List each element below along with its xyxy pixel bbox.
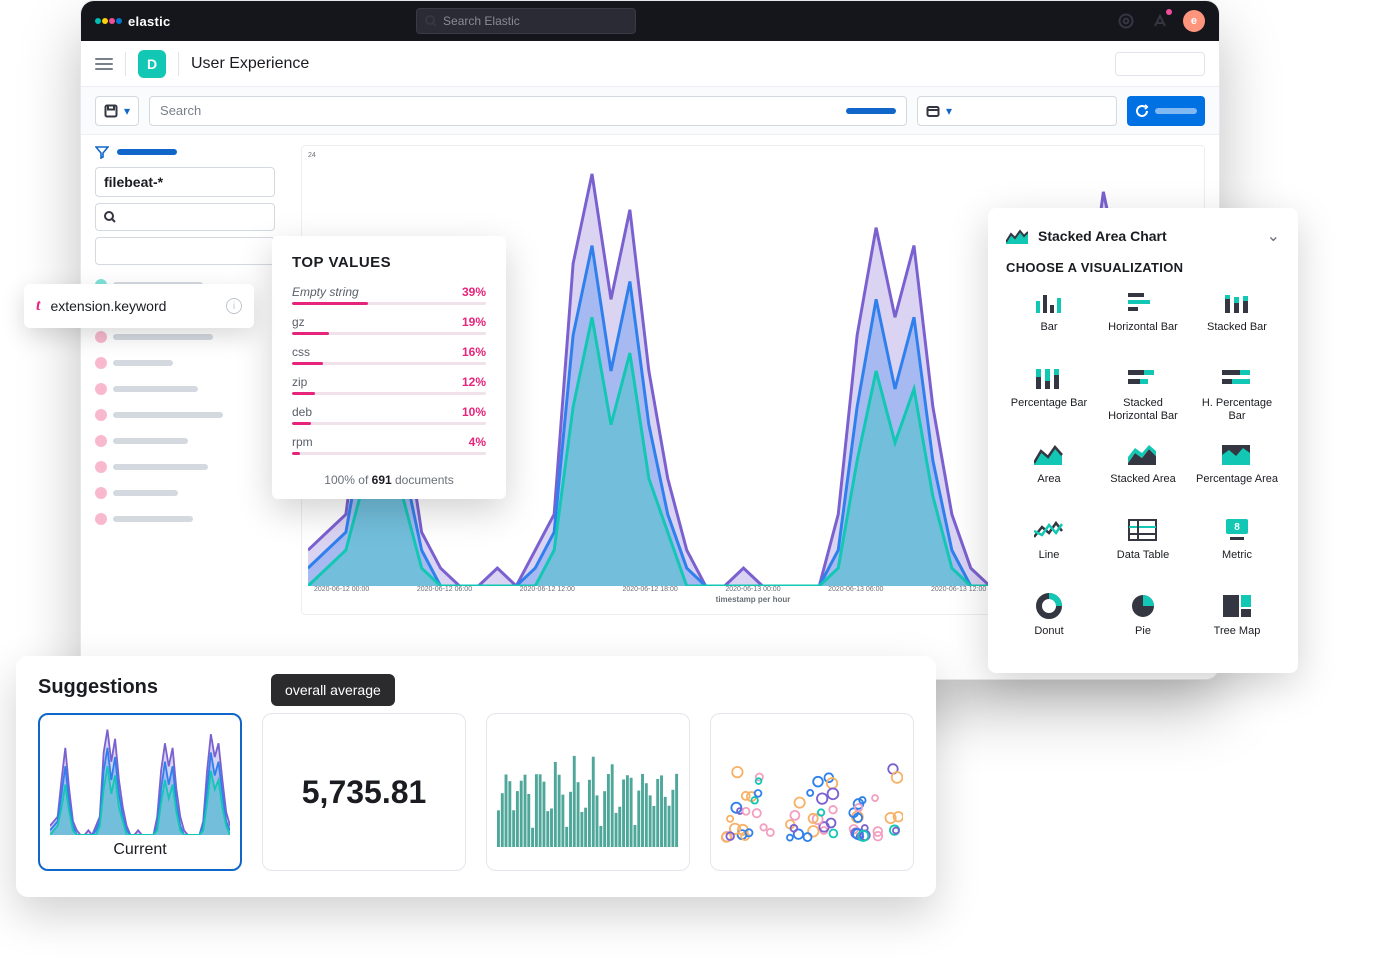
top-values-popover: TOP VALUES Empty string39% gz19% css16% zip… [272,236,506,499]
viz-option[interactable]: Percentage Bar [1006,365,1092,423]
top-value-row[interactable]: deb10% [292,405,486,425]
viz-option[interactable]: Stacked Bar [1194,289,1280,347]
field-item[interactable] [95,461,285,473]
svg-text:8: 8 [1234,522,1240,533]
global-search[interactable]: Search Elastic [416,8,636,34]
viz-option[interactable]: Data Table [1100,517,1186,575]
suggestions-heading: Suggestions [38,676,914,699]
elastic-logo[interactable]: elastic [95,14,171,29]
top-value-row[interactable]: zip12% [292,375,486,395]
field-type-icon: t [36,297,40,315]
field-item[interactable] [95,383,285,395]
viz-option[interactable]: 8Metric [1194,517,1280,575]
help-icon[interactable] [1115,10,1137,32]
user-avatar[interactable]: e [1183,10,1205,32]
stacked-area-icon [1006,228,1028,244]
chevron-down-icon: ▾ [946,104,952,118]
field-item[interactable] [95,409,285,421]
search-icon [425,15,437,27]
info-icon[interactable]: i [226,298,242,314]
brand-name: elastic [128,14,171,29]
viz-picker-heading: CHOOSE A VISUALIZATION [1006,260,1280,275]
query-toolbar: ▾ Search ▾ [81,87,1219,135]
calendar-icon [926,104,940,118]
viz-picker-header[interactable]: Stacked Area Chart ⌄ [1006,226,1280,246]
field-item[interactable] [95,513,285,525]
sidebar [95,145,285,615]
page-title: User Experience [191,55,309,73]
suggestion-current[interactable]: Current [38,713,242,871]
field-filter-box[interactable] [95,237,275,265]
menu-icon[interactable] [95,58,113,70]
chevron-down-icon: ▾ [124,104,130,118]
viz-option[interactable]: Percentage Area [1194,441,1280,499]
viz-option[interactable]: Pie [1100,593,1186,651]
field-chip[interactable]: t extension.keyword i [24,284,254,328]
query-placeholder: Search [160,103,201,118]
current-viz-label: Stacked Area Chart [1038,228,1257,244]
save-query-button[interactable]: ▾ [95,96,139,126]
refresh-icon [1135,104,1149,118]
suggestion-bar[interactable] [486,713,690,871]
visualization-picker: Stacked Area Chart ⌄ CHOOSE A VISUALIZAT… [988,208,1298,673]
app-badge[interactable]: D [138,50,166,78]
field-name: extension.keyword [50,298,166,314]
search-icon [104,211,116,223]
viz-option[interactable]: Stacked Area [1100,441,1186,499]
top-value-row[interactable]: gz19% [292,315,486,335]
field-item[interactable] [95,487,285,499]
suggestions-panel: Suggestions Current overall average 5,73… [16,656,936,897]
chevron-down-icon: ⌄ [1267,226,1280,246]
viz-option[interactable]: Tree Map [1194,593,1280,651]
news-icon[interactable] [1149,10,1171,32]
suggestion-tooltip: overall average [271,674,395,706]
field-item[interactable] [95,331,285,343]
index-pattern-input[interactable] [95,167,275,197]
suggestion-metric[interactable]: overall average 5,735.81 [262,713,466,871]
suggestion-scatter[interactable] [710,713,914,871]
viz-option[interactable]: Horizontal Bar [1100,289,1186,347]
topbar: elastic Search Elastic e [81,1,1219,41]
viz-option[interactable]: Donut [1006,593,1092,651]
suggestion-current-label: Current [113,841,166,859]
viz-option[interactable]: H. Percentage Bar [1194,365,1280,423]
refresh-button[interactable] [1127,96,1205,126]
viz-option[interactable]: Bar [1006,289,1092,347]
viz-option[interactable]: Line [1006,517,1092,575]
top-value-row[interactable]: Empty string39% [292,285,486,305]
viz-option[interactable]: Stacked Horizontal Bar [1100,365,1186,423]
app-header: D User Experience [81,41,1219,87]
save-icon [104,104,118,118]
header-action[interactable] [1115,52,1205,76]
top-value-row[interactable]: rpm4% [292,435,486,455]
suggestion-metric-value: 5,735.81 [302,774,427,811]
time-picker[interactable]: ▾ [917,96,1117,126]
viz-option[interactable]: Area [1006,441,1092,499]
field-item[interactable] [95,357,285,369]
field-item[interactable] [95,435,285,447]
elastic-logo-icon [95,18,122,24]
global-search-placeholder: Search Elastic [443,14,520,28]
top-values-title: TOP VALUES [292,254,486,271]
filter-icon[interactable] [95,145,109,159]
top-value-row[interactable]: css16% [292,345,486,365]
top-values-footer: 100% of 691 documents [292,473,486,487]
query-input[interactable]: Search [149,96,907,126]
field-search[interactable] [95,203,275,231]
